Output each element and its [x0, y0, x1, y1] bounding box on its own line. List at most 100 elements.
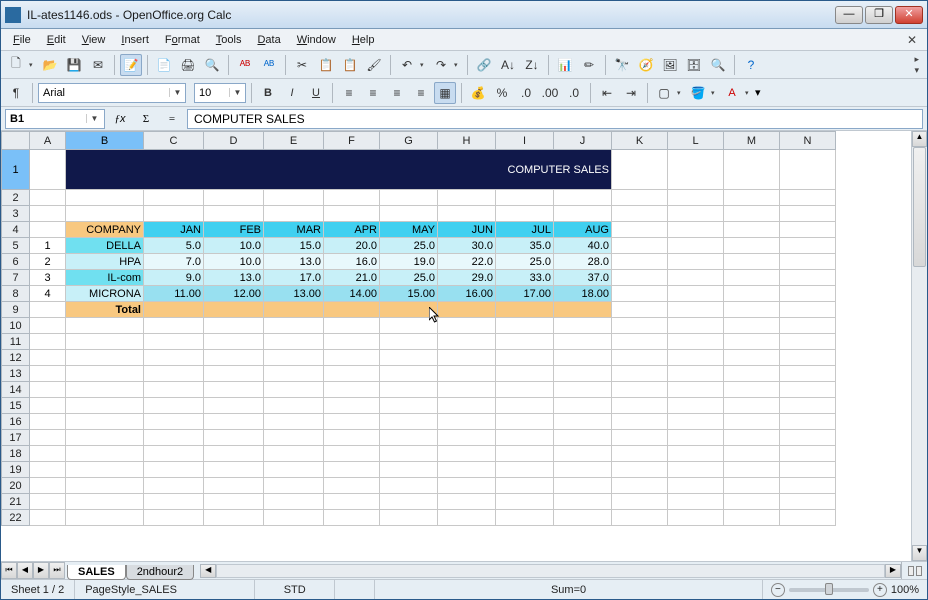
close-document-button[interactable]: ✕ [901, 33, 923, 47]
cell-F7[interactable]: 21.0 [324, 270, 380, 286]
cell-H20[interactable] [438, 478, 496, 494]
cell-A9[interactable] [30, 302, 66, 318]
cell-J21[interactable] [554, 494, 612, 510]
cell-I7[interactable]: 33.0 [496, 270, 554, 286]
row-header-14[interactable]: 14 [2, 382, 30, 398]
cell-D18[interactable] [204, 446, 264, 462]
cell-E7[interactable]: 17.0 [264, 270, 324, 286]
number-std-button[interactable]: .0 [515, 82, 537, 104]
scroll-right-button[interactable]: ▶ [885, 564, 901, 578]
cell-A13[interactable] [30, 366, 66, 382]
cell-M13[interactable] [724, 366, 780, 382]
cell-G5[interactable]: 25.0 [380, 238, 438, 254]
cell-E14[interactable] [264, 382, 324, 398]
menu-edit[interactable]: Edit [39, 32, 74, 48]
cell-N15[interactable] [780, 398, 836, 414]
cell-N13[interactable] [780, 366, 836, 382]
cell-K5[interactable] [612, 238, 668, 254]
cell-L9[interactable] [668, 302, 724, 318]
sort-asc-button[interactable]: A↓ [497, 54, 519, 76]
cell-C22[interactable] [144, 510, 204, 526]
cell-F14[interactable] [324, 382, 380, 398]
page-style[interactable]: PageStyle_SALES [75, 580, 255, 599]
cell-N4[interactable] [780, 222, 836, 238]
tab-next-button[interactable]: ▶ [33, 562, 49, 579]
cell-G2[interactable] [380, 190, 438, 206]
cell-A2[interactable] [30, 190, 66, 206]
cell-C6[interactable]: 7.0 [144, 254, 204, 270]
cell-K19[interactable] [612, 462, 668, 478]
select-all-corner[interactable] [2, 132, 30, 150]
cell-L17[interactable] [668, 430, 724, 446]
italic-button[interactable]: I [281, 82, 303, 104]
cell-B6[interactable]: HPA [66, 254, 144, 270]
cell-C15[interactable] [144, 398, 204, 414]
cell-D22[interactable] [204, 510, 264, 526]
cell-J3[interactable] [554, 206, 612, 222]
insert-mode[interactable]: STD [255, 580, 335, 599]
cell-K22[interactable] [612, 510, 668, 526]
show-draw-button[interactable]: ✏ [578, 54, 600, 76]
cell-D9[interactable] [204, 302, 264, 318]
col-header-A[interactable]: A [30, 132, 66, 150]
zoom-slider[interactable] [789, 588, 869, 592]
cell-J20[interactable] [554, 478, 612, 494]
cell-N2[interactable] [780, 190, 836, 206]
cell-H8[interactable]: 16.00 [438, 286, 496, 302]
formula-input[interactable] [187, 109, 923, 129]
cell-D4[interactable]: FEB [204, 222, 264, 238]
cell-J16[interactable] [554, 414, 612, 430]
cell-G3[interactable] [380, 206, 438, 222]
datasources-button[interactable]: 🗄 [683, 54, 705, 76]
row-header-9[interactable]: 9 [2, 302, 30, 318]
cell-H5[interactable]: 30.0 [438, 238, 496, 254]
cell-N9[interactable] [780, 302, 836, 318]
cell-I8[interactable]: 17.00 [496, 286, 554, 302]
hyperlink-button[interactable]: 🔗 [473, 54, 495, 76]
toolbar-overflow-icon[interactable]: ▾ [755, 86, 761, 99]
cell-K13[interactable] [612, 366, 668, 382]
cell-N22[interactable] [780, 510, 836, 526]
cell-M4[interactable] [724, 222, 780, 238]
cell-G17[interactable] [380, 430, 438, 446]
cell-C17[interactable] [144, 430, 204, 446]
banner-cell[interactable]: COMPUTER SALES [66, 150, 612, 190]
cell-C18[interactable] [144, 446, 204, 462]
cell-K8[interactable] [612, 286, 668, 302]
cell-N7[interactable] [780, 270, 836, 286]
row-header-5[interactable]: 5 [2, 238, 30, 254]
row-header-21[interactable]: 21 [2, 494, 30, 510]
split-handle[interactable] [901, 562, 927, 579]
row-header-13[interactable]: 13 [2, 366, 30, 382]
cell-D15[interactable] [204, 398, 264, 414]
cell-F12[interactable] [324, 350, 380, 366]
cell-G20[interactable] [380, 478, 438, 494]
cell-K2[interactable] [612, 190, 668, 206]
cell-L3[interactable] [668, 206, 724, 222]
cell-M18[interactable] [724, 446, 780, 462]
cell-N17[interactable] [780, 430, 836, 446]
cell-L18[interactable] [668, 446, 724, 462]
undo-button[interactable]: ↶ [396, 54, 418, 76]
cell-D14[interactable] [204, 382, 264, 398]
tab-last-button[interactable]: ⏭ [49, 562, 65, 579]
export-pdf-button[interactable]: 📄 [153, 54, 175, 76]
cell-M3[interactable] [724, 206, 780, 222]
cell-M6[interactable] [724, 254, 780, 270]
cell-A20[interactable] [30, 478, 66, 494]
cell-G9[interactable] [380, 302, 438, 318]
edit-file-button[interactable]: 📝 [120, 54, 142, 76]
cell-B18[interactable] [66, 446, 144, 462]
row-header-10[interactable]: 10 [2, 318, 30, 334]
cell-B17[interactable] [66, 430, 144, 446]
cell-J11[interactable] [554, 334, 612, 350]
cell-A17[interactable] [30, 430, 66, 446]
email-button[interactable]: ✉ [87, 54, 109, 76]
cell-J13[interactable] [554, 366, 612, 382]
cell-H17[interactable] [438, 430, 496, 446]
row-header-3[interactable]: 3 [2, 206, 30, 222]
cell-E21[interactable] [264, 494, 324, 510]
menu-help[interactable]: Help [344, 32, 383, 48]
cell-L19[interactable] [668, 462, 724, 478]
cell-G21[interactable] [380, 494, 438, 510]
